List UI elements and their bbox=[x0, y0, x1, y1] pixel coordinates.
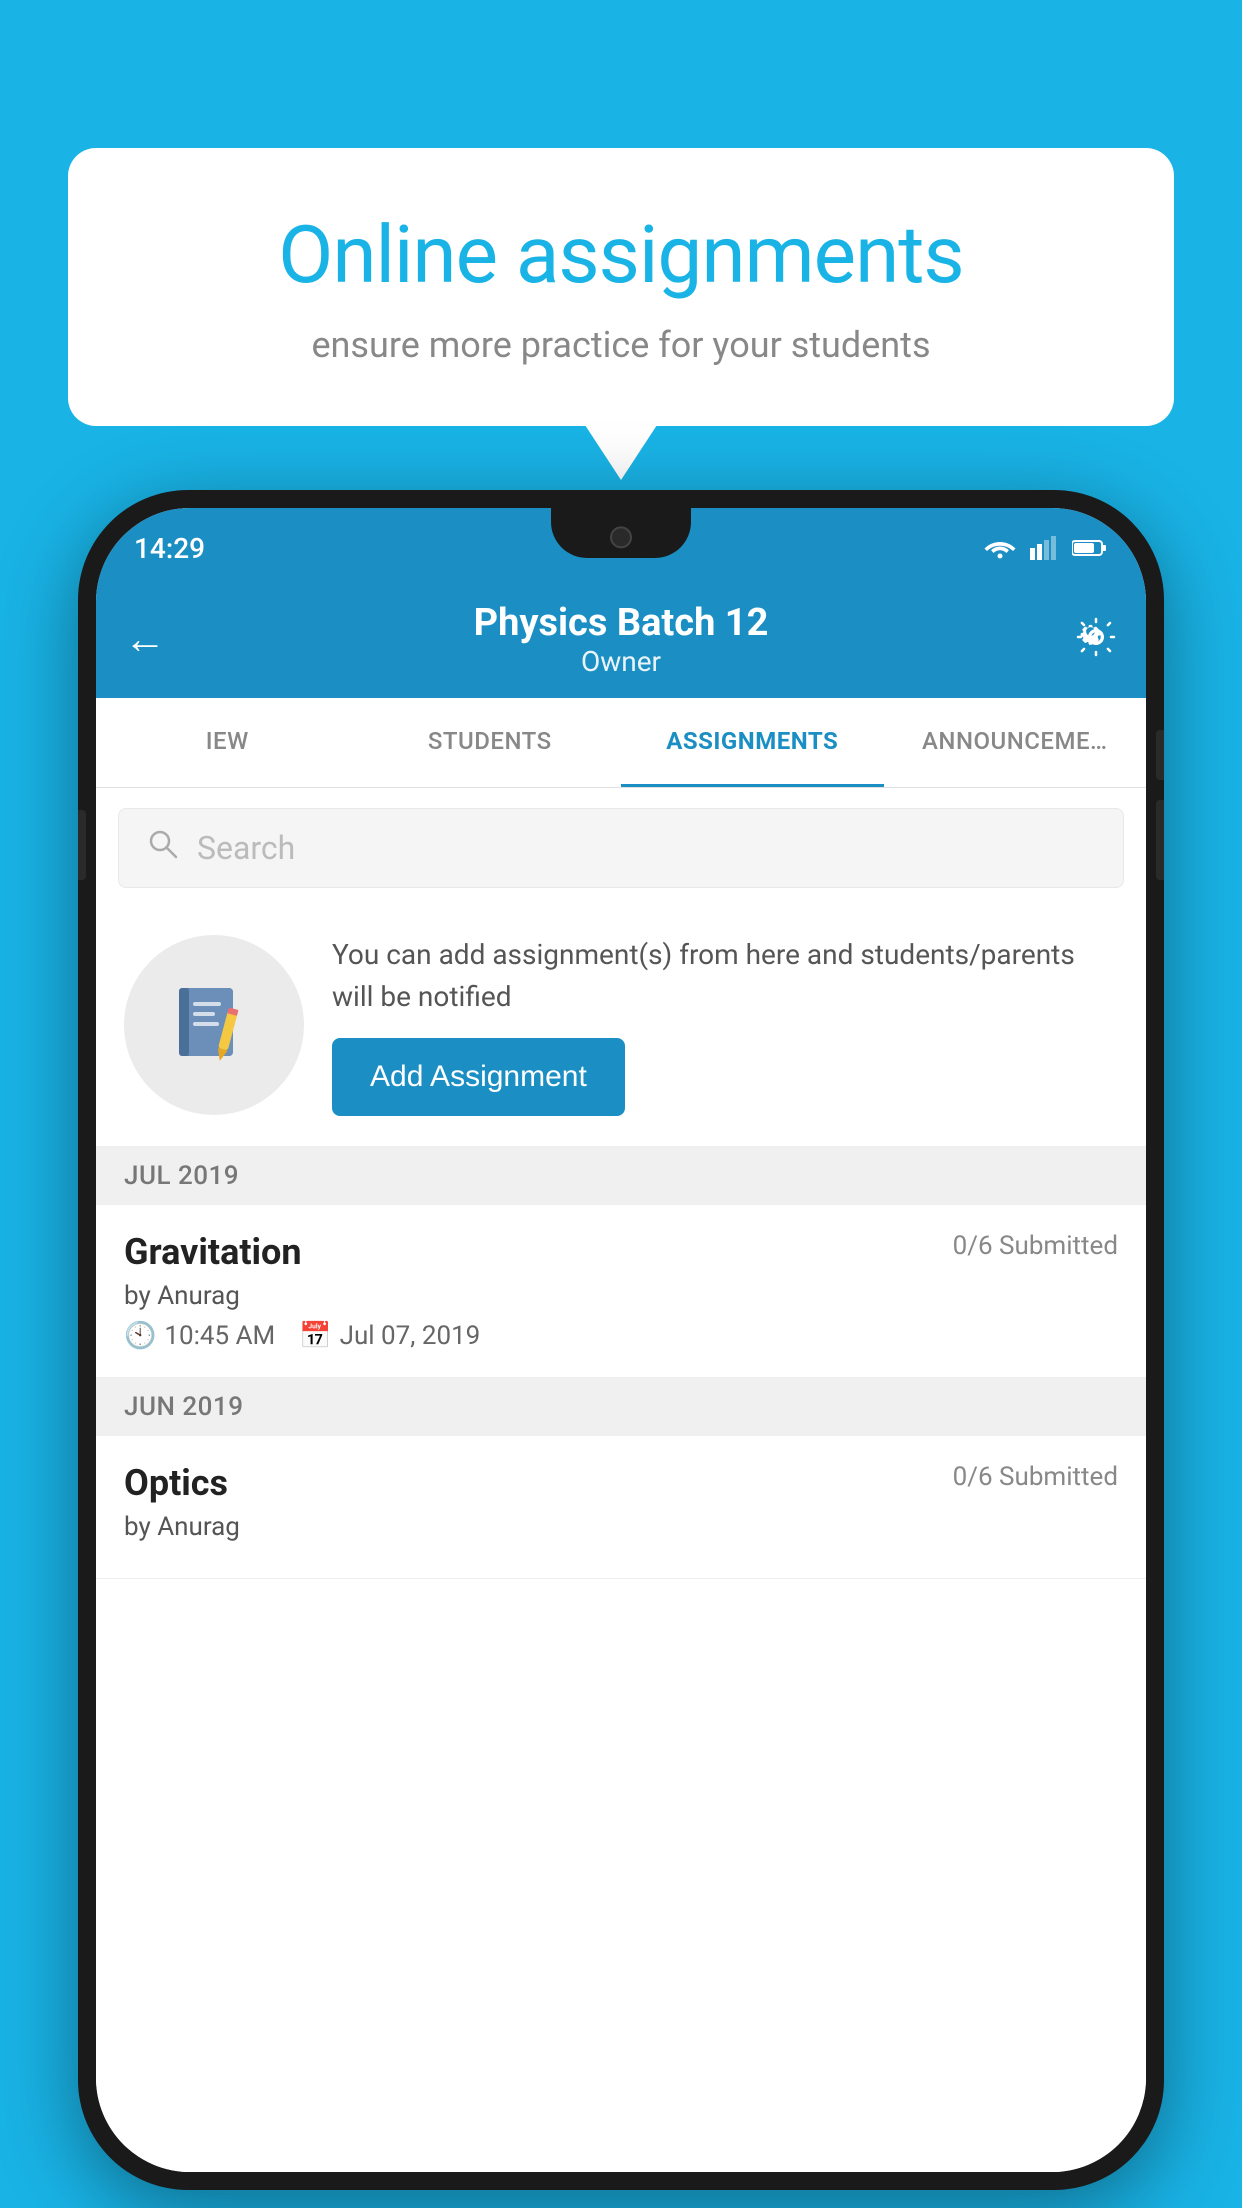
front-camera bbox=[610, 526, 632, 548]
wifi-icon bbox=[984, 536, 1016, 560]
gear-icon bbox=[1074, 615, 1118, 659]
jun-2019-header: JUN 2019 bbox=[96, 1378, 1146, 1436]
search-placeholder: Search bbox=[197, 829, 295, 867]
assignment-time: 🕙 10:45 AM bbox=[124, 1321, 275, 1351]
search-magnifier-icon bbox=[147, 828, 179, 860]
assignment-submitted: 0/6 Submitted bbox=[953, 1231, 1118, 1261]
jul-2019-header: JUL 2019 bbox=[96, 1147, 1146, 1205]
volume-up-button bbox=[1156, 800, 1164, 880]
promo-section: You can add assignment(s) from here and … bbox=[96, 904, 1146, 1147]
header-title-area: Physics Batch 12 Owner bbox=[474, 601, 769, 678]
bubble-subtitle: ensure more practice for your students bbox=[148, 324, 1094, 366]
power-button bbox=[1156, 730, 1164, 780]
tab-students[interactable]: STUDENTS bbox=[359, 698, 622, 787]
notebook-icon bbox=[169, 980, 259, 1070]
speech-bubble: Online assignments ensure more practice … bbox=[68, 148, 1174, 426]
batch-title: Physics Batch 12 bbox=[474, 601, 769, 645]
optics-name: Optics bbox=[124, 1462, 228, 1504]
add-assignment-button[interactable]: Add Assignment bbox=[332, 1038, 625, 1116]
search-icon bbox=[147, 828, 179, 869]
search-bar[interactable]: Search bbox=[118, 808, 1124, 888]
app-header: ← Physics Batch 12 Owner bbox=[96, 580, 1146, 698]
status-time: 14:29 bbox=[134, 532, 205, 565]
settings-button[interactable] bbox=[1074, 615, 1118, 663]
bubble-title: Online assignments bbox=[148, 208, 1094, 302]
assignment-by: by Anurag bbox=[124, 1281, 1118, 1311]
assignment-top-row-optics: Optics 0/6 Submitted bbox=[124, 1462, 1118, 1504]
signal-icon bbox=[1030, 536, 1058, 560]
calendar-icon: 📅 bbox=[299, 1321, 331, 1351]
tab-assignments[interactable]: ASSIGNMENTS bbox=[621, 698, 884, 787]
assignment-item-gravitation[interactable]: Gravitation 0/6 Submitted by Anurag 🕙 10… bbox=[96, 1205, 1146, 1378]
time-value: 10:45 AM bbox=[164, 1321, 275, 1351]
tabs-bar: IEW STUDENTS ASSIGNMENTS ANNOUNCEME… bbox=[96, 698, 1146, 788]
promo-description: You can add assignment(s) from here and … bbox=[332, 934, 1118, 1018]
volume-button bbox=[78, 810, 86, 880]
assignment-meta: 🕙 10:45 AM 📅 Jul 07, 2019 bbox=[124, 1321, 1118, 1351]
date-value: Jul 07, 2019 bbox=[340, 1321, 481, 1351]
status-icons bbox=[984, 536, 1108, 560]
tab-announcements[interactable]: ANNOUNCEME… bbox=[884, 698, 1147, 787]
notch bbox=[551, 508, 691, 558]
assignment-item-optics[interactable]: Optics 0/6 Submitted by Anurag bbox=[96, 1436, 1146, 1579]
tab-iew[interactable]: IEW bbox=[96, 698, 359, 787]
back-button[interactable]: ← bbox=[124, 615, 166, 664]
owner-label: Owner bbox=[474, 645, 769, 678]
speech-bubble-area: Online assignments ensure more practice … bbox=[68, 148, 1174, 426]
assignment-date: 📅 Jul 07, 2019 bbox=[299, 1321, 480, 1351]
clock-icon: 🕙 bbox=[124, 1321, 156, 1351]
phone-frame: 14:29 bbox=[78, 490, 1164, 2190]
content-area: Search bbox=[96, 788, 1146, 2172]
promo-right: You can add assignment(s) from here and … bbox=[332, 934, 1118, 1116]
assignment-name: Gravitation bbox=[124, 1231, 302, 1273]
optics-submitted: 0/6 Submitted bbox=[953, 1462, 1118, 1492]
assignment-top-row: Gravitation 0/6 Submitted bbox=[124, 1231, 1118, 1273]
assignment-icon-circle bbox=[124, 935, 304, 1115]
phone-screen: 14:29 bbox=[96, 508, 1146, 2172]
battery-icon bbox=[1072, 538, 1108, 558]
optics-by: by Anurag bbox=[124, 1512, 1118, 1542]
